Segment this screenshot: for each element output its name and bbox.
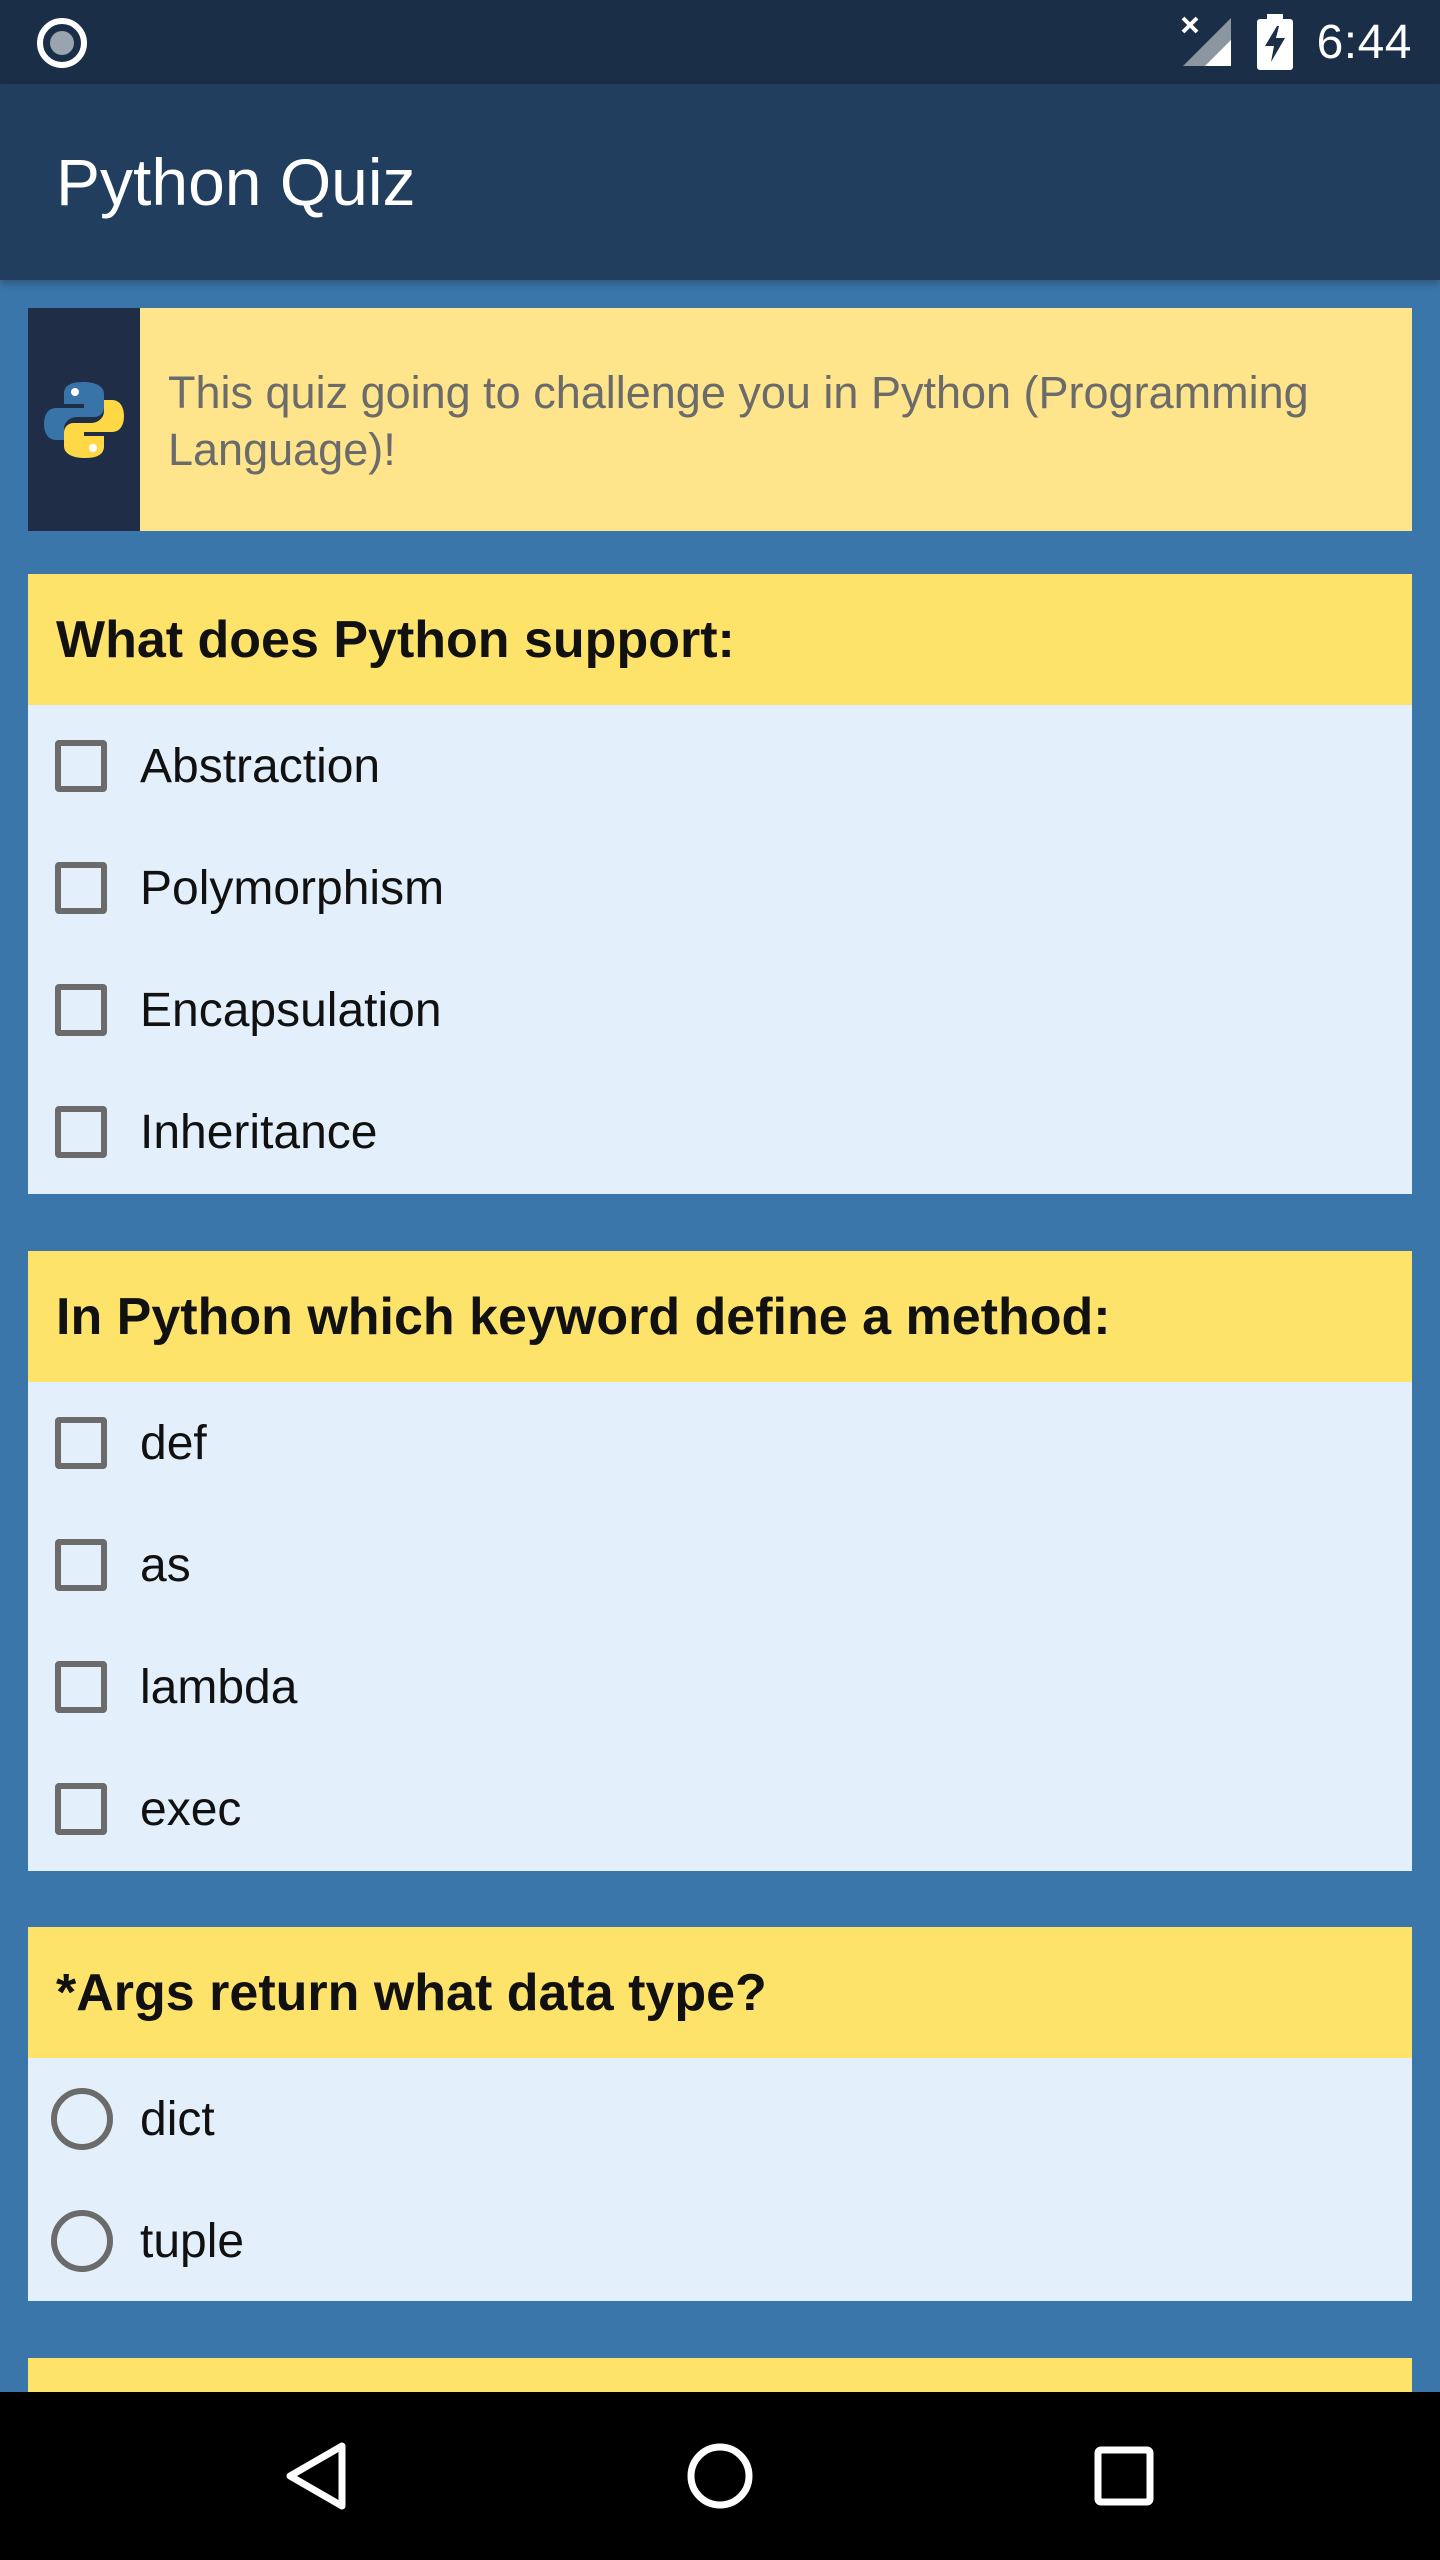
recents-button[interactable] bbox=[1084, 2436, 1164, 2516]
python-logo-icon bbox=[44, 381, 124, 458]
checkbox[interactable] bbox=[55, 1661, 107, 1713]
radio-button[interactable] bbox=[51, 2088, 113, 2150]
no-signal-icon bbox=[1181, 16, 1231, 66]
home-button[interactable] bbox=[680, 2436, 760, 2516]
navigation-bar bbox=[0, 2392, 1440, 2560]
option-label: Polymorphism bbox=[140, 861, 445, 915]
intro-text: This quiz going to challenge you in Pyth… bbox=[168, 367, 1309, 475]
checkbox[interactable] bbox=[55, 1417, 107, 1469]
question-card: In Python which keyword define a method:… bbox=[28, 1251, 1412, 1871]
option-encapsulation[interactable]: Encapsulation bbox=[28, 949, 1412, 1071]
checkbox[interactable] bbox=[55, 740, 107, 792]
back-icon bbox=[286, 2442, 346, 2510]
option-inheritance[interactable]: Inheritance bbox=[28, 1071, 1412, 1193]
option-label: def bbox=[140, 1416, 207, 1470]
status-time: 6:44 bbox=[1316, 15, 1412, 69]
option-exec[interactable]: exec bbox=[28, 1748, 1412, 1870]
checkbox[interactable] bbox=[55, 1783, 107, 1835]
status-bar: 6:44 bbox=[0, 0, 1440, 84]
question-card: *Args return what data type? dict tuple bbox=[28, 1927, 1412, 2301]
question-text: What does Python support: bbox=[28, 574, 1412, 705]
next-question-card bbox=[28, 2358, 1412, 2392]
app-bar: Python Quiz bbox=[0, 84, 1440, 280]
intro-icon-box bbox=[28, 308, 140, 531]
question-card: What does Python support: Abstraction Po… bbox=[28, 574, 1412, 1194]
option-as[interactable]: as bbox=[28, 1504, 1412, 1626]
radio-button[interactable] bbox=[51, 2210, 113, 2272]
option-def[interactable]: def bbox=[28, 1382, 1412, 1504]
recents-icon bbox=[1094, 2446, 1154, 2506]
checkbox[interactable] bbox=[55, 1106, 107, 1158]
notification-ring-icon bbox=[37, 18, 87, 68]
option-label: tuple bbox=[140, 2214, 245, 2268]
question-text: *Args return what data type? bbox=[28, 1927, 1412, 2058]
home-icon bbox=[687, 2443, 753, 2509]
option-tuple[interactable]: tuple bbox=[28, 2180, 1412, 2302]
option-label: exec bbox=[140, 1782, 242, 1836]
back-button[interactable] bbox=[276, 2436, 356, 2516]
intro-card: This quiz going to challenge you in Pyth… bbox=[28, 308, 1412, 531]
checkbox[interactable] bbox=[55, 1539, 107, 1591]
option-abstraction[interactable]: Abstraction bbox=[28, 705, 1412, 827]
option-label: lambda bbox=[140, 1660, 298, 1714]
option-label: as bbox=[140, 1538, 191, 1592]
app-title: Python Quiz bbox=[56, 145, 416, 219]
option-label: Encapsulation bbox=[140, 983, 442, 1037]
option-polymorphism[interactable]: Polymorphism bbox=[28, 827, 1412, 949]
option-label: Abstraction bbox=[140, 739, 381, 793]
option-dict[interactable]: dict bbox=[28, 2058, 1412, 2180]
option-lambda[interactable]: lambda bbox=[28, 1626, 1412, 1748]
checkbox[interactable] bbox=[55, 862, 107, 914]
checkbox[interactable] bbox=[55, 984, 107, 1036]
option-label: dict bbox=[140, 2092, 215, 2146]
option-label: Inheritance bbox=[140, 1105, 378, 1159]
question-text: In Python which keyword define a method: bbox=[28, 1251, 1412, 1382]
battery-charging-icon bbox=[1256, 14, 1293, 70]
